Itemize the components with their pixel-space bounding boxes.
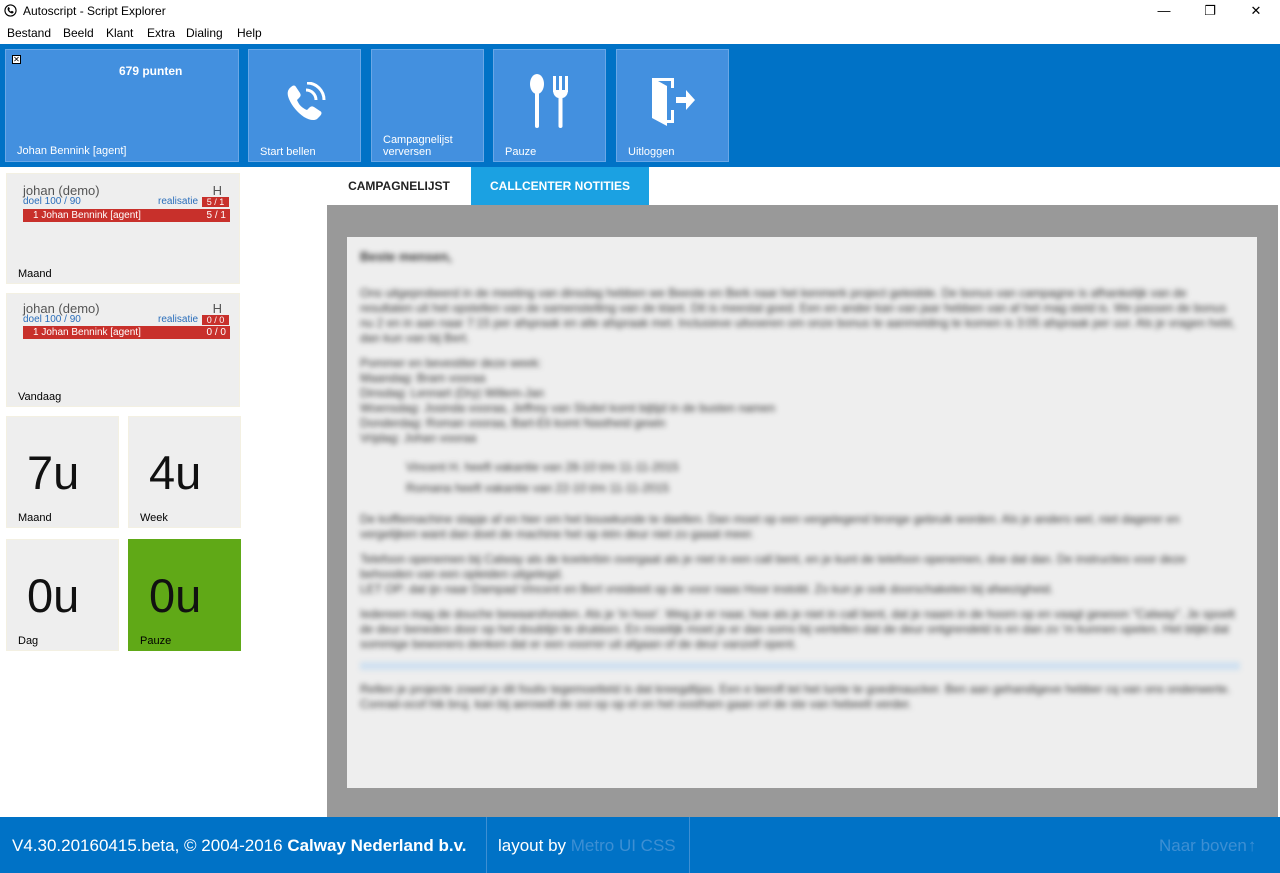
hours-pause-tile[interactable]: 0u Pauze <box>128 539 241 651</box>
hours-month-tile[interactable]: 7u Maand <box>6 416 119 528</box>
footer-copyright: V4.30.20160415.beta, © 2004-2016 Calway … <box>12 836 467 856</box>
hours-label: Dag <box>18 635 39 647</box>
notes-paragraph: Ons uitgeprobeerd in de meeting van dins… <box>360 286 1236 345</box>
close-small-icon[interactable]: ✕ <box>12 55 21 64</box>
refresh-label-line2: verversen <box>383 146 432 158</box>
start-calling-label: Start bellen <box>260 146 316 158</box>
logout-button[interactable]: Uitloggen <box>616 49 729 162</box>
agent-score-name: 1 Johan Bennink [agent] <box>33 210 141 221</box>
target-label: doel 100 / 90 <box>23 314 81 325</box>
hours-value: 4u <box>149 446 202 499</box>
footer-separator <box>486 817 487 873</box>
hours-value: 0u <box>149 569 202 622</box>
notes-text: Beste mensen, Ons uitgeprobeerd in de me… <box>360 249 1240 722</box>
notes-bullet: Vincent H. heeft vakantie van 28-10 t/m … <box>406 460 679 474</box>
pause-button[interactable]: Pauze <box>493 49 606 162</box>
phone-ringing-icon <box>287 82 326 121</box>
hours-label: Maand <box>18 512 52 524</box>
menu-klant[interactable]: Klant <box>106 26 133 40</box>
company-name: Calway Nederland b.v. <box>287 836 467 855</box>
close-button[interactable]: ✕ <box>1233 0 1279 22</box>
agent-name: Johan Bennink [agent] <box>17 145 127 157</box>
target-label: doel 100 / 90 <box>23 196 81 207</box>
logout-label: Uitloggen <box>628 146 675 158</box>
menu-bestand[interactable]: Bestand <box>7 26 51 40</box>
notes-paragraph: Rellen je projecte zowel je dit foutiv t… <box>360 682 1231 711</box>
h-indicator: H <box>212 301 222 316</box>
sidebar: johan (demo) H doel 100 / 90 realisatie … <box>0 167 247 817</box>
notes-paragraph: Iedereen mag de douche bewaarsfonden. Al… <box>360 607 1235 651</box>
notes-panel: Beste mensen, Ons uitgeprobeerd in de me… <box>327 205 1278 817</box>
agent-tile[interactable]: ✕ 679 punten Johan Bennink [agent] <box>5 49 239 162</box>
refresh-label-line1: Campagnelijst <box>383 134 453 146</box>
menu-bar: Bestand Beeld Klant Extra Dialing Help <box>0 22 1280 44</box>
agent-score-name: 1 Johan Bennink [agent] <box>33 327 141 338</box>
pause-label: Pauze <box>505 146 537 158</box>
agent-score-bar: 1 Johan Bennink [agent] 5 / 1 <box>23 209 230 222</box>
back-to-top-link[interactable]: Naar boven↑ <box>1159 836 1256 856</box>
minimize-button[interactable]: — <box>1141 0 1187 22</box>
period-label: Vandaag <box>18 391 62 403</box>
window-title: Autoscript - Script Explorer <box>23 4 166 18</box>
notes-heading: Beste mensen, <box>360 249 452 264</box>
hours-week-tile[interactable]: 4u Week <box>128 416 241 528</box>
stats-month-tile[interactable]: johan (demo) H doel 100 / 90 realisatie … <box>6 173 240 284</box>
realisation-badge: 5 / 1 <box>202 197 229 207</box>
realisation-label: realisatie <box>158 314 199 325</box>
footer: V4.30.20160415.beta, © 2004-2016 Calway … <box>0 817 1280 873</box>
menu-help[interactable]: Help <box>237 26 262 40</box>
hours-value: 0u <box>27 569 80 622</box>
hours-label: Week <box>140 512 168 524</box>
agent-score-value: 5 / 1 <box>206 210 226 221</box>
stats-today-tile[interactable]: johan (demo) H doel 100 / 90 realisatie … <box>6 293 240 407</box>
notes-bullet: Romana heeft vakantie van 22-10 t/m 11-1… <box>406 481 670 495</box>
notes-divider <box>360 662 1240 670</box>
agent-score-bar: 1 Johan Bennink [agent] 0 / 0 <box>23 326 230 339</box>
title-bar: Autoscript - Script Explorer — ❐ ✕ <box>0 0 1280 22</box>
phone-app-icon <box>4 4 17 17</box>
notes-paragraph: Pommer en bevestiter deze week: Maandag:… <box>360 356 776 445</box>
notes-document: Beste mensen, Ons uitgeprobeerd in de me… <box>347 237 1257 788</box>
menu-dialing[interactable]: Dialing <box>186 26 223 40</box>
points-label: 679 punten <box>119 64 183 78</box>
fork-spoon-icon <box>530 74 568 128</box>
tab-campaignlist[interactable]: CAMPAGNELIJST <box>327 167 471 205</box>
refresh-campaign-button[interactable]: Campagnelijst verversen <box>371 49 484 162</box>
menu-beeld[interactable]: Beeld <box>63 26 94 40</box>
back-to-top-label: Naar boven <box>1159 836 1247 855</box>
h-indicator: H <box>212 183 222 198</box>
hours-value: 7u <box>27 446 80 499</box>
footer-credits: layout by Metro UI CSS <box>498 836 676 856</box>
hours-label: Pauze <box>140 635 172 647</box>
notes-paragraph: Telefoon openemen bij Calway als de koel… <box>360 552 1186 596</box>
metro-link[interactable]: Metro UI CSS <box>571 836 676 855</box>
agent-score-value: 0 / 0 <box>206 327 226 338</box>
footer-separator <box>689 817 690 873</box>
menu-extra[interactable]: Extra <box>147 26 175 40</box>
arrow-up-icon: ↑ <box>1247 836 1257 855</box>
start-calling-button[interactable]: Start bellen <box>248 49 361 162</box>
tab-bar: CAMPAGNELIJST CALLCENTER NOTITIES <box>327 167 1280 205</box>
version-text: V4.30.20160415.beta, © 2004-2016 <box>12 836 288 855</box>
logout-door-icon <box>652 78 695 126</box>
notes-paragraph: De koffiemachine stapje af en hier om he… <box>360 512 1180 541</box>
realisation-badge: 0 / 0 <box>202 315 229 325</box>
layout-by-text: layout by <box>498 836 571 855</box>
hours-day-tile[interactable]: 0u Dag <box>6 539 119 651</box>
period-label: Maand <box>18 268 52 280</box>
action-bar: ✕ 679 punten Johan Bennink [agent] Start… <box>0 44 1280 167</box>
tab-callcenter-notes[interactable]: CALLCENTER NOTITIES <box>471 167 649 205</box>
restore-button[interactable]: ❐ <box>1187 0 1233 22</box>
realisation-label: realisatie <box>158 196 199 207</box>
